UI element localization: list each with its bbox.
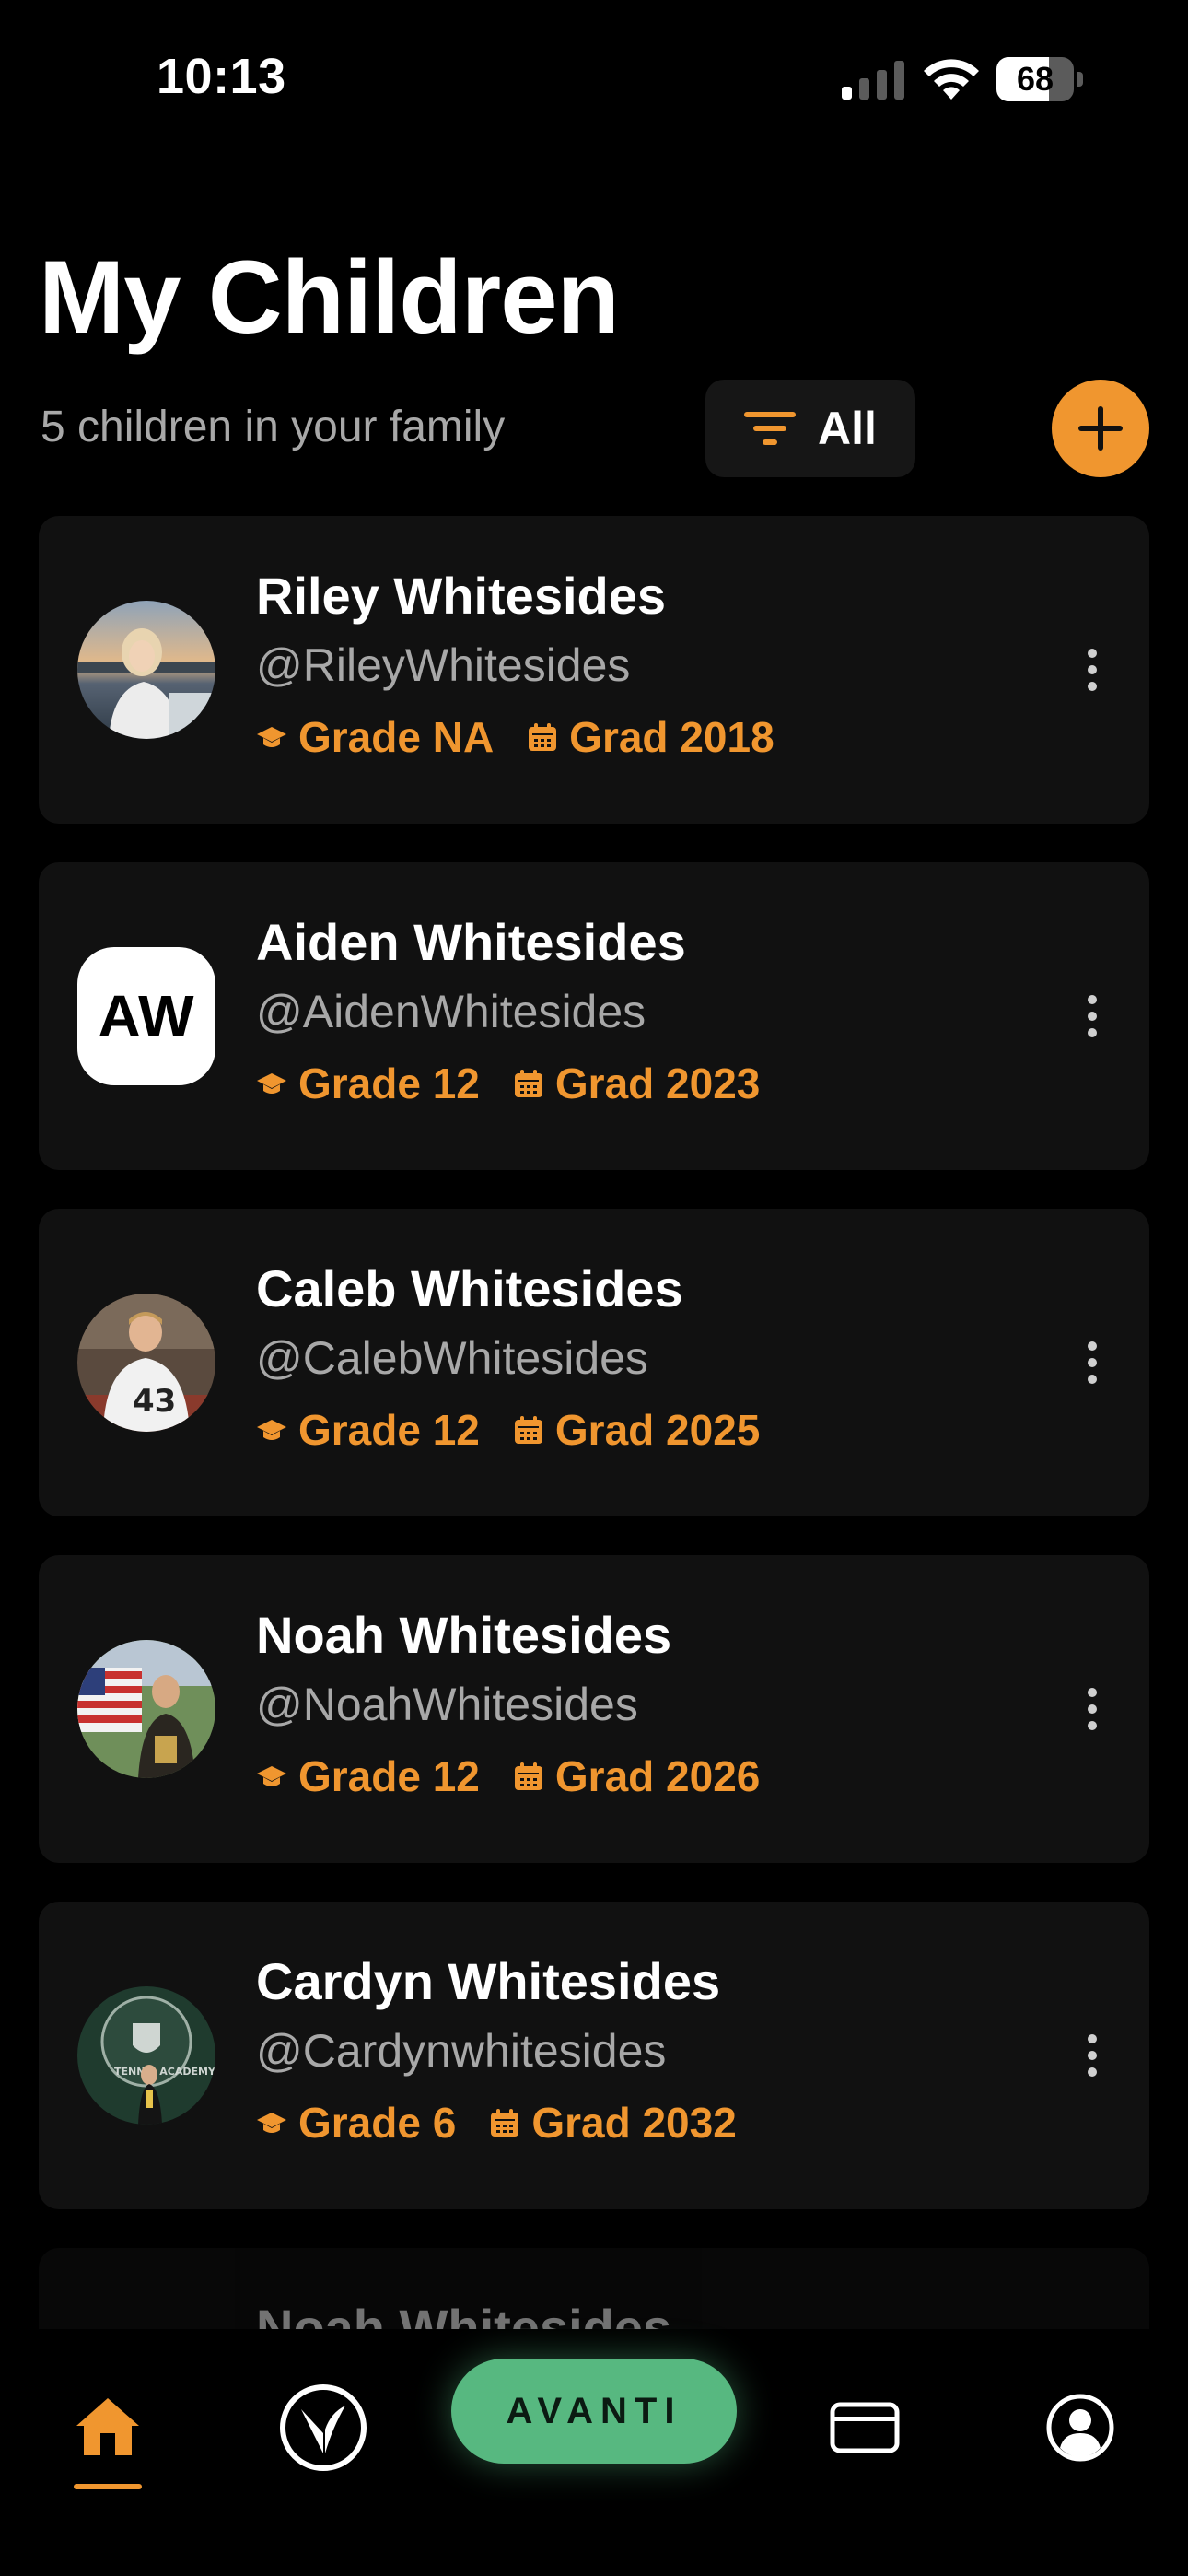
child-handle: @CalebWhitesides xyxy=(256,1332,648,1384)
graduation-cap-icon xyxy=(257,1420,286,1440)
more-vertical-icon xyxy=(1088,2034,1097,2077)
child-name: Cardyn Whitesides xyxy=(256,1952,721,2010)
battery-percentage: 68 xyxy=(1016,60,1054,98)
avatar: 43 xyxy=(77,1294,215,1432)
more-vertical-icon xyxy=(1088,1341,1097,1384)
child-name: Caleb Whitesides xyxy=(256,1259,683,1317)
plus-icon xyxy=(1078,406,1123,451)
grade-badge: Grade 6 xyxy=(256,2097,456,2149)
more-vertical-icon xyxy=(1088,649,1097,691)
child-handle: @AidenWhitesides xyxy=(256,986,646,1037)
child-name: Noah Whitesides xyxy=(256,1606,672,1664)
child-name: Aiden Whitesides xyxy=(256,913,686,971)
child-card[interactable]: AW Aiden Whitesides @AidenWhitesides Gra… xyxy=(39,862,1149,1170)
child-card[interactable]: Noah Whitesides @NoahWhitesides Grade 12 xyxy=(39,1555,1149,1863)
child-handle: @Cardynwhitesides xyxy=(256,2025,667,2077)
child-handle: @NoahWhitesides xyxy=(256,1679,638,1730)
grade-badge: Grade NA xyxy=(256,711,494,763)
graduation-cap-icon xyxy=(257,2113,286,2133)
grade-badge: Grade 12 xyxy=(256,1751,480,1802)
calendar-icon xyxy=(514,1416,542,1444)
battery-cap xyxy=(1077,72,1083,87)
grad-year-label: Grad 2018 xyxy=(569,713,775,761)
more-options-button[interactable] xyxy=(1074,1330,1111,1395)
filter-button[interactable]: All xyxy=(705,380,915,477)
grad-year-badge: Grad 2026 xyxy=(513,1751,760,1802)
tab-profile[interactable] xyxy=(1030,2377,1131,2478)
v-logo-icon xyxy=(280,2384,367,2471)
more-vertical-icon xyxy=(1088,995,1097,1037)
calendar-icon xyxy=(514,1070,542,1097)
battery-icon: 68 xyxy=(996,57,1085,101)
home-icon xyxy=(76,2398,139,2455)
grade-label: Grade 12 xyxy=(298,1406,480,1454)
more-options-button[interactable] xyxy=(1074,638,1111,702)
tab-card[interactable] xyxy=(814,2377,915,2478)
graduation-cap-icon xyxy=(257,1766,286,1786)
grade-label: Grade NA xyxy=(298,713,495,761)
grad-year-badge: Grad 2032 xyxy=(489,2097,737,2149)
grade-label: Grade 6 xyxy=(298,2099,457,2147)
avatar xyxy=(77,601,215,739)
grade-badge: Grade 12 xyxy=(256,1058,480,1109)
child-badges: Grade 6 Grad 2032 xyxy=(256,2097,737,2149)
child-card[interactable]: Noah Whitesides xyxy=(39,2248,1149,2329)
more-options-button[interactable] xyxy=(1074,1677,1111,1741)
child-card[interactable]: Riley Whitesides @RileyWhitesides Grade … xyxy=(39,516,1149,824)
child-badges: Grade NA Grad 2018 xyxy=(256,711,775,763)
more-options-button[interactable] xyxy=(1074,2023,1111,2088)
calendar-icon xyxy=(491,2109,519,2137)
child-card[interactable]: 43 Caleb Whitesides @CalebWhitesides Gra… xyxy=(39,1209,1149,1516)
calendar-icon xyxy=(514,1762,542,1790)
child-badges: Grade 12 Grad 2025 xyxy=(256,1404,760,1456)
add-child-button[interactable] xyxy=(1052,380,1149,477)
grad-year-badge: Grad 2018 xyxy=(527,711,775,763)
credit-card-icon xyxy=(830,2402,900,2453)
child-card[interactable]: TENNIS ACADEMY Cardyn Whitesides @Cardyn… xyxy=(39,1902,1149,2209)
svg-text:TENNIS ACADEMY: TENNIS ACADEMY xyxy=(114,2066,215,2078)
tab-bar: AVANTI xyxy=(0,2329,1188,2576)
avatar: TENNIS ACADEMY xyxy=(77,1986,215,2125)
wifi-icon xyxy=(924,59,979,100)
grad-year-label: Grad 2025 xyxy=(554,1406,761,1454)
grad-year-label: Grad 2032 xyxy=(531,2099,737,2147)
filter-icon xyxy=(744,412,797,445)
graduation-cap-icon xyxy=(257,1073,286,1094)
calendar-icon xyxy=(529,723,557,751)
avanti-button[interactable]: AVANTI xyxy=(451,2359,737,2464)
active-tab-indicator xyxy=(74,2484,142,2489)
svg-text:43: 43 xyxy=(133,1383,176,1420)
grad-year-label: Grad 2026 xyxy=(554,1752,761,1800)
avatar-initials: AW xyxy=(77,947,215,1085)
grade-label: Grade 12 xyxy=(298,1060,480,1107)
more-vertical-icon xyxy=(1088,1688,1097,1730)
cellular-signal-icon xyxy=(842,61,904,100)
grad-year-label: Grad 2023 xyxy=(554,1060,761,1107)
child-handle: @RileyWhitesides xyxy=(256,639,631,691)
avatar xyxy=(77,1640,215,1778)
status-bar: 10:13 68 xyxy=(0,0,1188,157)
grad-year-badge: Grad 2023 xyxy=(513,1058,760,1109)
grade-label: Grade 12 xyxy=(298,1752,480,1800)
graduation-cap-icon xyxy=(257,727,286,747)
profile-icon xyxy=(1046,2394,1114,2462)
children-count-subtitle: 5 children in your family xyxy=(41,403,506,451)
child-name: Noah Whitesides xyxy=(256,2299,672,2329)
child-badges: Grade 12 Grad 2026 xyxy=(256,1751,760,1802)
page-title: My Children xyxy=(39,240,620,355)
grade-badge: Grade 12 xyxy=(256,1404,480,1456)
status-time: 10:13 xyxy=(157,49,286,104)
children-list[interactable]: Riley Whitesides @RileyWhitesides Grade … xyxy=(0,498,1188,2329)
child-badges: Grade 12 Grad 2023 xyxy=(256,1058,760,1109)
filter-label: All xyxy=(818,403,877,454)
more-options-button[interactable] xyxy=(1074,984,1111,1048)
child-name: Riley Whitesides xyxy=(256,567,667,625)
grad-year-badge: Grad 2025 xyxy=(513,1404,760,1456)
tab-home[interactable] xyxy=(57,2377,158,2489)
tab-avanti-logo[interactable] xyxy=(273,2377,374,2478)
